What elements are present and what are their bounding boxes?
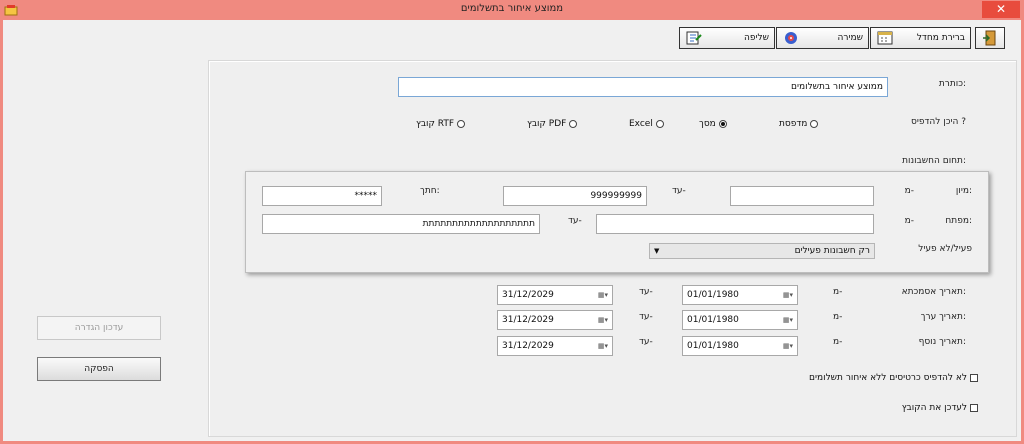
sort-from-input[interactable]: [730, 186, 874, 206]
radio-rtf-label: קובץ RTF: [416, 119, 455, 129]
key-from-label: מ-: [904, 216, 914, 226]
save-label: שמירה: [837, 33, 863, 43]
active-select[interactable]: ▼ רק חשבונות פעילים: [649, 243, 875, 259]
active-label: פעיל/לא פעיל: [918, 244, 972, 254]
calendar-icon: [877, 31, 893, 45]
accounts-range-group: מיון: מ- עד- 999999999 חתך: ***** מפתח: …: [245, 171, 989, 273]
date-extra-from[interactable]: 01/01/1980 ▦▾: [682, 336, 798, 356]
close-button[interactable]: ✕: [982, 1, 1020, 18]
date-extra-to-value: 31/12/2029: [502, 341, 554, 351]
radio-pdf-label: קובץ PDF: [527, 119, 567, 129]
key-from-input[interactable]: [596, 214, 874, 234]
sort-from-label: מ-: [904, 186, 914, 196]
date-extra-label: תאריך נוסף:: [918, 337, 966, 347]
key-to-label: עד-: [568, 216, 582, 226]
sort-to-label: עד-: [672, 186, 686, 196]
update-file-checkbox-box[interactable]: [970, 404, 978, 412]
radio-printer-circle[interactable]: [810, 120, 819, 128]
radio-screen[interactable]: מסך: [699, 119, 727, 129]
radio-rtf-circle[interactable]: [457, 120, 466, 128]
calendar-dropdown-icon[interactable]: ▦▾: [783, 342, 793, 350]
default-settings-button[interactable]: ברירת מחדל: [870, 27, 971, 49]
no-delay-checkbox[interactable]: לא להדפיס כרטיסים ללא איחור תשלומים: [809, 373, 978, 383]
title-label: כותרת:: [938, 79, 966, 89]
window-title: ממוצע איחור בתשלומים: [460, 3, 564, 14]
no-delay-checkbox-box[interactable]: [970, 374, 978, 382]
radio-excel[interactable]: Excel: [629, 119, 664, 129]
default-settings-label: ברירת מחדל: [916, 33, 965, 43]
date-value-from-label: מ-: [833, 312, 843, 322]
date-value-label: תאריך ערך:: [920, 312, 966, 322]
date-ref-from-label: מ-: [833, 287, 843, 297]
accounts-range-label: תחום החשבונות:: [902, 156, 966, 166]
stop-button[interactable]: הפסקה: [37, 357, 161, 381]
section-label: חתך:: [420, 186, 440, 196]
radio-printer-label: מדפסת: [779, 119, 808, 129]
key-label: מפתח:: [945, 216, 972, 226]
update-file-checkbox[interactable]: לעדכן את הקובץ: [902, 403, 978, 413]
save-button[interactable]: שמירה: [776, 27, 869, 49]
date-ref-from-value: 01/01/1980: [687, 290, 739, 300]
date-value-from-value: 01/01/1980: [687, 315, 739, 325]
radio-pdf-circle[interactable]: [569, 120, 578, 128]
date-ref-label: תאריך אסמכתא:: [901, 287, 966, 297]
radio-screen-circle[interactable]: [718, 120, 727, 128]
radio-pdf[interactable]: קובץ PDF: [527, 119, 578, 129]
print-to-label: היכן להדפיס ?: [911, 117, 966, 127]
load-button[interactable]: שליפה: [679, 27, 775, 49]
load-icon: [686, 31, 702, 45]
date-extra-from-value: 01/01/1980: [687, 341, 739, 351]
client-area: שליפה שמירה ברירת מחדל עדכון הגדרה הפסקה…: [3, 20, 1021, 441]
date-extra-to[interactable]: 31/12/2029 ▦▾: [497, 336, 613, 356]
title-input[interactable]: ממוצע איחור בתשלומים: [398, 77, 888, 97]
date-value-to-value: 31/12/2029: [502, 315, 554, 325]
date-ref-from[interactable]: 01/01/1980 ▦▾: [682, 285, 798, 305]
section-input[interactable]: *****: [262, 186, 382, 206]
calendar-dropdown-icon[interactable]: ▦▾: [598, 291, 608, 299]
update-report-button[interactable]: עדכון הגדרה: [37, 316, 161, 340]
load-label: שליפה: [743, 33, 769, 43]
exit-door-icon: [983, 30, 996, 46]
date-ref-to[interactable]: 31/12/2029 ▦▾: [497, 285, 613, 305]
title-bar: ממוצע איחור בתשלומים ✕: [0, 0, 1024, 20]
radio-rtf[interactable]: קובץ RTF: [416, 119, 466, 129]
date-ref-to-label: עד-: [639, 287, 653, 297]
radio-excel-label: Excel: [629, 119, 653, 129]
date-extra-to-label: עד-: [639, 337, 653, 347]
sort-to-input[interactable]: 999999999: [503, 186, 647, 206]
calendar-dropdown-icon[interactable]: ▦▾: [783, 316, 793, 324]
main-panel: כותרת: ממוצע איחור בתשלומים היכן להדפיס …: [208, 60, 1017, 437]
calendar-dropdown-icon[interactable]: ▦▾: [783, 291, 793, 299]
update-file-checkbox-label: לעדכן את הקובץ: [901, 403, 967, 413]
date-value-to-label: עד-: [639, 312, 653, 322]
calendar-dropdown-icon[interactable]: ▦▾: [598, 342, 608, 350]
date-value-to[interactable]: 31/12/2029 ▦▾: [497, 310, 613, 330]
date-ref-to-value: 31/12/2029: [502, 290, 554, 300]
sort-label: מיון:: [955, 186, 972, 196]
active-select-value: רק חשבונות פעילים: [794, 246, 870, 256]
exit-button[interactable]: [975, 27, 1005, 49]
chevron-down-icon: ▼: [654, 247, 660, 255]
key-to-input[interactable]: תתתתתתתתתתתתתתתתתתת: [262, 214, 540, 234]
save-icon: [785, 32, 797, 44]
radio-excel-circle[interactable]: [655, 120, 664, 128]
radio-screen-label: מסך: [699, 119, 716, 129]
calendar-dropdown-icon[interactable]: ▦▾: [598, 316, 608, 324]
date-extra-from-label: מ-: [833, 337, 843, 347]
no-delay-checkbox-label: לא להדפיס כרטיסים ללא איחור תשלומים: [809, 373, 967, 383]
date-value-from[interactable]: 01/01/1980 ▦▾: [682, 310, 798, 330]
radio-printer[interactable]: מדפסת: [779, 119, 819, 129]
